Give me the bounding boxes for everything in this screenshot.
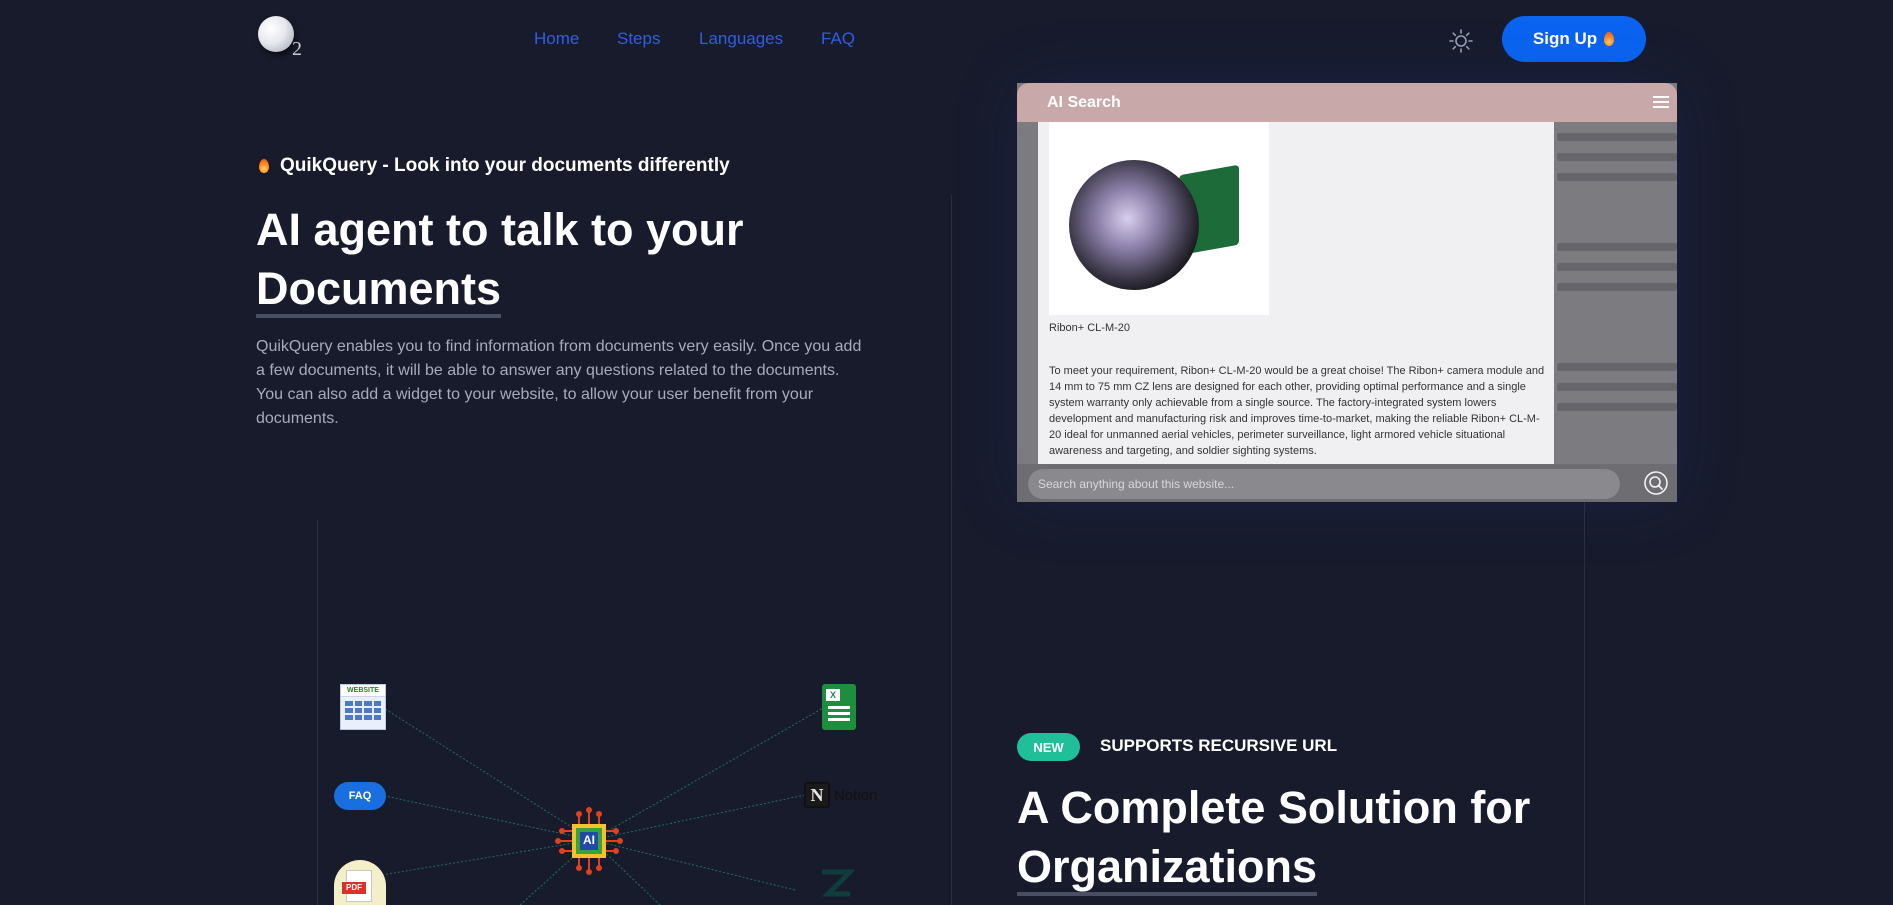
sun-icon[interactable] bbox=[1448, 28, 1474, 54]
hero-title: AI agent to talk to your Documents bbox=[256, 200, 876, 318]
hero-eyebrow-text: QuikQuery - Look into your documents dif… bbox=[280, 155, 730, 176]
background-text bbox=[1557, 403, 1677, 411]
flame-icon bbox=[258, 158, 270, 174]
integrations-diagram: WEBSITE FAQ PDF AI X N Notion bbox=[320, 660, 900, 905]
menu-icon[interactable] bbox=[1653, 96, 1669, 108]
divider bbox=[317, 520, 318, 905]
background-text bbox=[1557, 263, 1677, 271]
hero-eyebrow: QuikQuery - Look into your documents dif… bbox=[258, 155, 730, 177]
nav-link-languages[interactable]: Languages bbox=[699, 29, 783, 49]
nav-link-faq[interactable]: FAQ bbox=[821, 29, 855, 49]
background-text bbox=[1557, 153, 1677, 161]
logo-suffix: 2 bbox=[292, 38, 302, 60]
hero-description: QuikQuery enables you to find informatio… bbox=[256, 338, 862, 427]
widget-footer bbox=[1017, 464, 1677, 502]
new-badge: NEW bbox=[1017, 733, 1080, 761]
section-title-line2: Organizations bbox=[1017, 841, 1318, 896]
nav-link-home[interactable]: Home bbox=[534, 29, 579, 49]
widget-search-input[interactable] bbox=[1028, 469, 1620, 499]
product-name: Ribon+ CL-M-20 bbox=[1049, 322, 1131, 334]
section-title: A Complete Solution for Organizations bbox=[1017, 778, 1637, 896]
ai-chip-icon: AI bbox=[554, 806, 624, 876]
section-title-line1: A Complete Solution for bbox=[1017, 782, 1531, 833]
pdf-icon: PDF bbox=[334, 860, 386, 905]
background-text bbox=[1557, 133, 1677, 141]
zendesk-icon bbox=[820, 868, 854, 905]
hero-title-line2: Documents bbox=[256, 263, 502, 318]
answer-text: To meet your requirement, Ribon+ CL-M-20… bbox=[1049, 365, 1545, 457]
sign-up-label: Sign Up bbox=[1532, 29, 1598, 48]
top-nav: 2 Home Steps Languages FAQ Sign Up bbox=[0, 0, 1893, 78]
logo[interactable]: 2 bbox=[256, 14, 304, 62]
faq-icon: FAQ bbox=[334, 782, 386, 810]
background-text bbox=[1557, 243, 1677, 251]
background-text bbox=[1557, 283, 1677, 291]
ai-search-widget: AI Search Ribon+ CL-M-20 To meet your re… bbox=[1017, 83, 1677, 502]
product-image bbox=[1049, 122, 1269, 315]
logo-ball-icon bbox=[258, 16, 294, 52]
widget-title: AI Search bbox=[1047, 94, 1121, 111]
sign-up-button[interactable]: Sign Up bbox=[1502, 16, 1646, 62]
divider bbox=[951, 195, 952, 905]
background-text bbox=[1557, 363, 1677, 371]
notion-icon: N Notion bbox=[804, 782, 884, 810]
nav-link-steps[interactable]: Steps bbox=[617, 29, 660, 49]
feature-caption: SUPPORTS RECURSIVE URL bbox=[1100, 736, 1338, 755]
result-card: Ribon+ CL-M-20 To meet your requirement,… bbox=[1038, 122, 1554, 464]
flame-icon bbox=[1603, 31, 1615, 47]
website-icon: WEBSITE bbox=[340, 684, 386, 730]
widget-header: AI Search bbox=[1017, 83, 1677, 122]
camera-lens-icon bbox=[1069, 150, 1239, 290]
hero-title-line1: AI agent to talk to your bbox=[256, 204, 744, 255]
spreadsheet-icon: X bbox=[822, 684, 856, 730]
background-text bbox=[1557, 383, 1677, 391]
search-icon[interactable] bbox=[1644, 471, 1668, 495]
background-text bbox=[1557, 173, 1677, 181]
